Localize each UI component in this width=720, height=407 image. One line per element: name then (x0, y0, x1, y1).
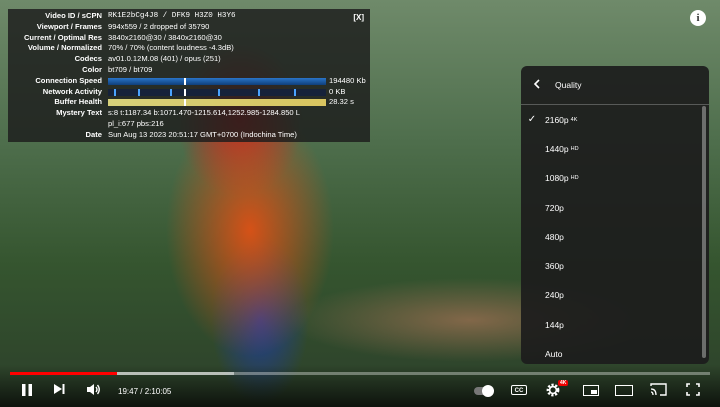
stats-key: Volume / Normalized (27, 43, 102, 53)
stats-value: 994x559 / 2 dropped of 35790 (108, 21, 210, 31)
quality-option-label: 1440p (545, 143, 569, 154)
player-controls: 19:47 / 2:10:05 CC 4K (0, 365, 720, 407)
quality-option-label: 144p (545, 319, 564, 330)
quality-menu-header[interactable]: Quality (521, 66, 709, 105)
video-player[interactable]: [X] Video ID / sCPN RK1E2bCg4J8 / DFK9 H3… (0, 0, 720, 407)
stats-row-buffer-health: Buffer Health 28.32 s (54, 97, 354, 107)
quality-option-label: 360p (545, 261, 564, 272)
stats-value: bt709 / bt709 (108, 64, 153, 74)
next-icon (53, 384, 64, 394)
network-activity-graph (108, 88, 326, 96)
quality-option-1080p[interactable]: 1080p HD (521, 164, 709, 193)
stats-row: Viewport / Frames 994x559 / 2 dropped of … (12, 22, 366, 33)
quality-option-badge: 4K (570, 116, 578, 123)
time-display: 19:47 / 2:10:05 (118, 387, 172, 396)
subtitles-button[interactable]: CC (511, 385, 527, 395)
quality-option-480p[interactable]: 480p (521, 222, 709, 251)
buffer-health-graph (108, 99, 326, 107)
stats-close-button[interactable]: [X] (353, 13, 364, 24)
stats-row: Volume / Normalized 70% / 70% (content lo… (12, 43, 366, 54)
quality-menu-title: Quality (555, 80, 582, 90)
quality-option-label: 240p (545, 290, 564, 301)
quality-option-720p[interactable]: 720p (521, 193, 709, 222)
volume-button[interactable] (84, 383, 102, 399)
theater-mode-button[interactable] (615, 385, 633, 396)
stats-row-mystery-text-2: pl_i:677 pbs:216 (108, 118, 164, 128)
stats-row-network-activity: Network Activity 0 KB (42, 86, 346, 96)
miniplayer-button[interactable] (583, 385, 599, 396)
stats-row: Color bt709 / bt709 (12, 65, 366, 76)
settings-quality-badge: 4K (558, 380, 569, 386)
stats-value: RK1E2bCg4J8 / DFK9 H3Z0 H3Y6 (108, 12, 236, 20)
quality-option-1440p[interactable]: 1440p HD (521, 134, 709, 163)
check-icon: ✓ (527, 114, 537, 126)
autoplay-toggle-knob (482, 385, 494, 397)
miniplayer-icon (591, 390, 597, 394)
stats-row: Video ID / sCPN RK1E2bCg4J8 / DFK9 H3Z0 H… (12, 11, 366, 22)
pause-button[interactable] (18, 383, 36, 399)
quality-option-label: 1080p (545, 173, 569, 184)
quality-option-144p[interactable]: 144p (521, 310, 709, 339)
next-button[interactable] (50, 383, 68, 399)
quality-option-auto[interactable]: Auto (521, 339, 709, 364)
quality-option-badge: HD (570, 175, 579, 182)
stats-row-mystery-text: Mystery Text s:8 t:1187.34 b:1071.470-12… (56, 108, 300, 118)
progress-played (10, 372, 118, 375)
quality-option-label: Auto (545, 349, 563, 360)
progress-bar[interactable] (10, 372, 710, 375)
quality-menu-scrollbar[interactable] (702, 106, 706, 358)
volume-icon (86, 384, 100, 395)
quality-option-label: 2160p (545, 114, 569, 125)
quality-menu: Quality ✓ 2160p 4K 1440p HD 1080p HD 720p 480p 36… (521, 66, 709, 364)
stats-value: 3840x2160@30 / 3840x2160@30 (108, 32, 222, 42)
quality-option-360p[interactable]: 360p (521, 251, 709, 280)
quality-option-label: 480p (545, 231, 564, 242)
quality-option-2160p[interactable]: ✓ 2160p 4K (521, 105, 709, 134)
fullscreen-button[interactable] (684, 383, 702, 399)
stats-key: Codecs (74, 54, 102, 64)
fullscreen-icon (686, 383, 700, 396)
stats-row: Current / Optimal Res 3840x2160@30 / 3840… (12, 33, 366, 44)
stats-key: Video ID / sCPN (45, 11, 102, 20)
stats-for-nerds-panel: [X] Video ID / sCPN RK1E2bCg4J8 / DFK9 H3… (8, 9, 370, 142)
stats-key: Current / Optimal Res (23, 32, 102, 42)
stats-row-connection-speed: Connection Speed 194480 Kbps (35, 75, 366, 85)
pause-icon (22, 384, 32, 396)
quality-option-240p[interactable]: 240p (521, 281, 709, 310)
info-icon[interactable]: i (690, 10, 706, 26)
stats-row-date: Date Sun Aug 13 2023 20:51:17 GMT+0700 (… (85, 129, 297, 139)
cast-icon (649, 383, 667, 396)
chevron-left-icon[interactable] (533, 78, 547, 92)
stats-value: av01.0.12M.08 (401) / opus (251) (108, 54, 221, 64)
connection-speed-graph (108, 77, 326, 85)
stats-key: Viewport / Frames (36, 21, 102, 31)
stats-key: Color (82, 64, 102, 74)
stats-value: 70% / 70% (content loudness -4.3dB) (108, 43, 234, 53)
quality-option-label: 720p (545, 202, 564, 213)
cast-button[interactable] (649, 383, 667, 399)
stats-row: Codecs av01.0.12M.08 (401) / opus (251) (12, 54, 366, 65)
quality-option-badge: HD (570, 145, 579, 152)
